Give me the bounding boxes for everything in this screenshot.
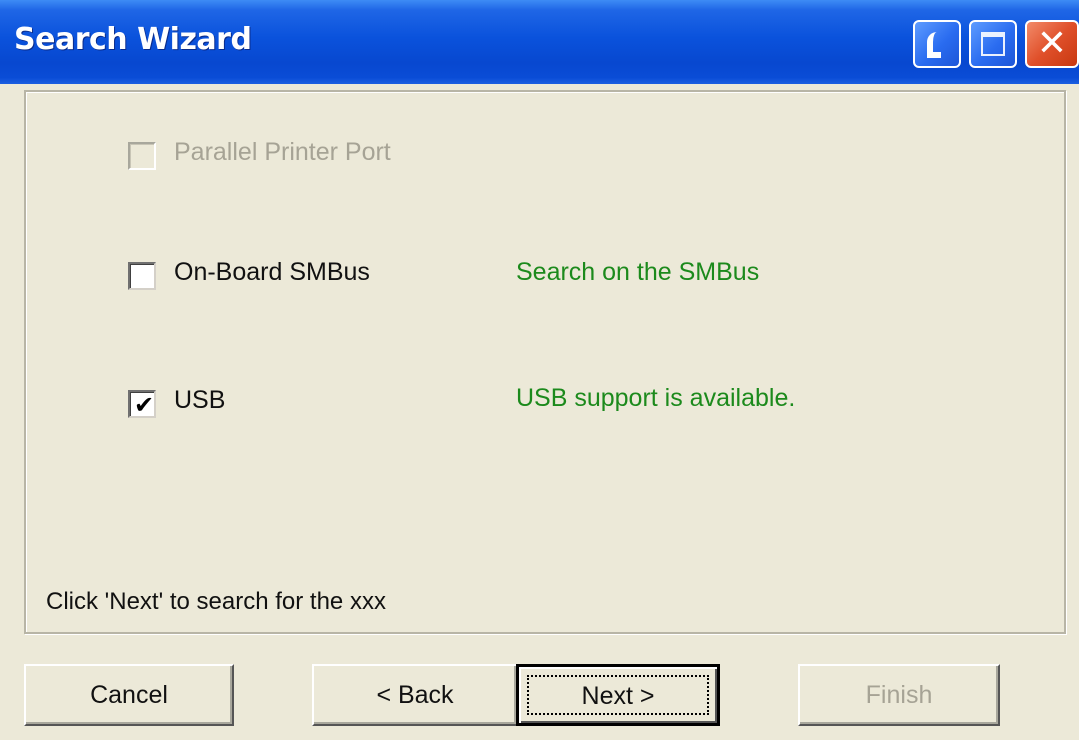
onboard-smbus-status: Search on the SMBus [516, 258, 760, 286]
option-usb[interactable]: ✔ USB [128, 386, 328, 419]
parallel-printer-port-checkbox [128, 142, 156, 170]
next-button-label: Next > [581, 682, 655, 710]
title-bar[interactable]: Search Wizard ✕ [0, 0, 1079, 84]
maximize-icon [981, 32, 1005, 56]
minimize-icon [927, 32, 941, 58]
close-icon: ✕ [1036, 23, 1068, 64]
finish-button-label: Finish [865, 681, 933, 709]
search-wizard-window: Search Wizard ✕ Parallel Printer Port On… [0, 0, 1079, 740]
usb-label[interactable]: USB [174, 386, 225, 415]
onboard-smbus-checkbox[interactable] [128, 262, 156, 290]
instruction-text: Click 'Next' to search for the xxx [46, 588, 386, 615]
option-onboard-smbus[interactable]: On-Board SMBus [128, 258, 428, 290]
options-group-panel [24, 90, 1066, 634]
maximize-button[interactable] [969, 20, 1017, 68]
usb-checkbox[interactable]: ✔ [128, 390, 156, 419]
cancel-button-label: Cancel [90, 681, 168, 709]
finish-button: Finish [798, 664, 1000, 726]
onboard-smbus-label[interactable]: On-Board SMBus [174, 258, 370, 287]
usb-status: USB support is available. [516, 384, 796, 412]
back-button-label: < Back [376, 681, 454, 709]
close-button[interactable]: ✕ [1025, 20, 1079, 68]
next-button[interactable]: Next > [516, 664, 720, 726]
back-button[interactable]: < Back [312, 664, 518, 726]
minimize-button[interactable] [913, 20, 961, 68]
parallel-printer-port-label: Parallel Printer Port [174, 138, 391, 166]
window-title: Search Wizard [14, 22, 252, 57]
cancel-button[interactable]: Cancel [24, 664, 234, 726]
checkmark-icon: ✔ [134, 391, 155, 419]
option-parallel-printer-port: Parallel Printer Port [128, 138, 428, 170]
